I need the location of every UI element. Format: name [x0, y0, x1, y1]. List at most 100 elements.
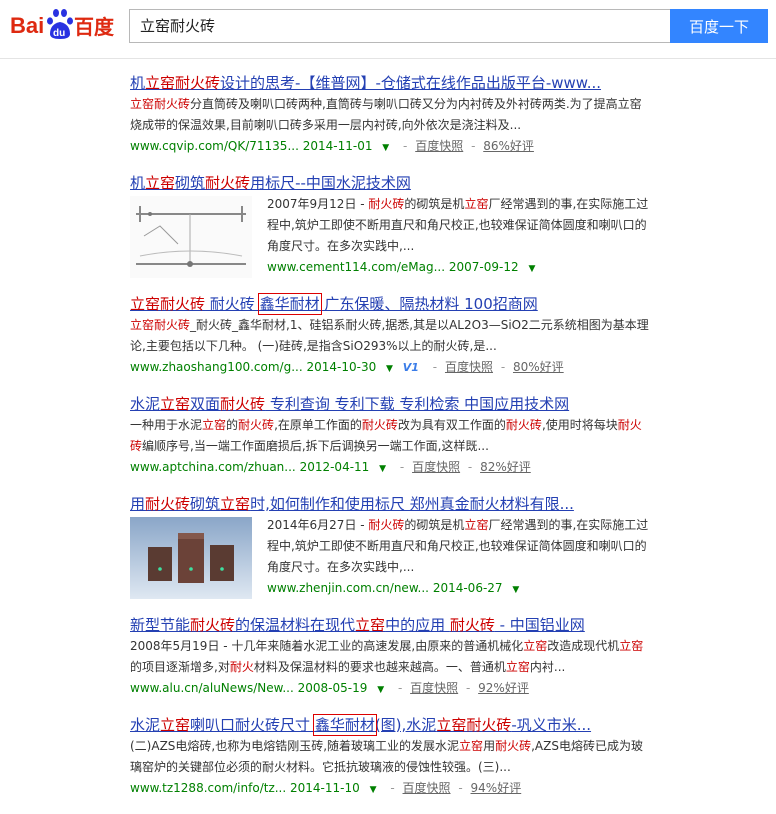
- result-url[interactable]: www.cement114.com/eMag...: [267, 260, 445, 274]
- keyword-highlight: 立窑: [459, 739, 484, 753]
- text-segment: 新型节能: [130, 616, 191, 634]
- keyword-highlight: 耐火砖: [205, 174, 251, 192]
- result-url[interactable]: www.alu.cn/aluNews/New...: [130, 681, 294, 695]
- text-segment: 的砌筑是机: [404, 197, 465, 211]
- dropdown-arrow-icon[interactable]: ▼: [382, 143, 389, 153]
- text-segment: 用: [483, 739, 496, 753]
- dropdown-arrow-icon[interactable]: ▼: [379, 464, 386, 474]
- result-meta: www.zhaoshang100.com/g... 2014-10-30 ▼ V…: [130, 360, 564, 374]
- text-segment: 2008年5月19日 - 十几年来随着水泥工业的高速发展,由原来的普通机械化: [130, 639, 524, 653]
- cache-link[interactable]: 百度快照: [412, 460, 460, 474]
- result-title[interactable]: 机立窑砌筑耐火砖用标尺--中国水泥技术网: [130, 172, 650, 194]
- dropdown-arrow-icon[interactable]: ▼: [386, 364, 393, 374]
- keyword-highlight: 耐火砖: [361, 418, 398, 432]
- rating-link[interactable]: 80%好评: [513, 360, 564, 374]
- dropdown-arrow-icon[interactable]: ▼: [528, 264, 535, 274]
- rating-link[interactable]: 94%好评: [471, 781, 522, 795]
- text-segment: 编顺序号,当一端工作面磨损后,拆下后调换另一端工作面,这样既...: [142, 439, 489, 453]
- result-meta: www.alu.cn/aluNews/New... 2008-05-19 ▼ -…: [130, 681, 529, 695]
- keyword-highlight: 立窑耐火砖: [130, 97, 191, 111]
- result-url[interactable]: www.zhaoshang100.com/g...: [130, 360, 303, 374]
- boxed-annotation: 鑫华耐材: [257, 293, 322, 315]
- dropdown-arrow-icon[interactable]: ▼: [370, 785, 377, 795]
- result-1: 机立窑耐火砖设计的思考-【维普网】-仓储式在线作品出版平台-www... 立窑耐…: [130, 72, 650, 158]
- search-button[interactable]: 百度一下: [670, 9, 768, 43]
- result-title[interactable]: 立窑耐火砖 耐火砖 鑫华耐材 广东保暖、隔热材料 100招商网: [130, 293, 650, 315]
- text-segment: 广东保暖、隔热材料 100招商网: [319, 295, 538, 313]
- result-3: 立窑耐火砖 耐火砖 鑫华耐材 广东保暖、隔热材料 100招商网 立窑耐火砖_耐火…: [130, 293, 650, 379]
- result-meta: www.cement114.com/eMag... 2007-09-12 ▼: [267, 257, 650, 279]
- keyword-highlight: 耐火砖: [220, 395, 266, 413]
- result-date: 2014-11-10: [290, 781, 360, 795]
- result-date: 2007-09-12: [448, 260, 519, 274]
- keyword-highlight: 耐火砖: [505, 418, 542, 432]
- ruler-thumbnail-image[interactable]: [130, 196, 252, 278]
- result-meta: www.aptchina.com/zhuan... 2012-04-11 ▼ -…: [130, 460, 531, 474]
- logo-text-bai: Bai: [10, 13, 44, 38]
- cache-link[interactable]: 百度快照: [445, 360, 493, 374]
- text-segment: (图),水泥: [374, 716, 437, 734]
- cache-link[interactable]: 百度快照: [410, 681, 458, 695]
- text-segment: ,在原单工作面的: [274, 418, 362, 432]
- keyword-highlight: 立窑: [464, 518, 489, 532]
- keyword-highlight: 耐火砖: [449, 616, 495, 634]
- result-url[interactable]: www.zhenjin.com.cn/new...: [267, 581, 429, 595]
- keyword-highlight: 耐火砖: [190, 616, 236, 634]
- v1-badge[interactable]: V1: [403, 361, 419, 374]
- dropdown-arrow-icon[interactable]: ▼: [512, 585, 519, 595]
- text-segment: 机: [130, 74, 146, 92]
- text-segment: 的砌筑是机: [404, 518, 465, 532]
- cache-link[interactable]: 百度快照: [415, 139, 463, 153]
- result-title[interactable]: 机立窑耐火砖设计的思考-【维普网】-仓储式在线作品出版平台-www...: [130, 72, 650, 94]
- result-abstract: 一种用于水泥立窑的耐火砖,在原单工作面的耐火砖改为具有双工作面的耐火砖,使用时将…: [130, 415, 650, 457]
- baidu-logo[interactable]: Bai du 百度: [10, 4, 120, 44]
- dropdown-arrow-icon[interactable]: ▼: [377, 685, 384, 695]
- text-segment: 砌筑: [175, 174, 206, 192]
- keyword-highlight: 立窑: [464, 197, 489, 211]
- result-title[interactable]: 用耐火砖砌筑立窑时,如何制作和使用标尺 郑州真金耐火材料有限...: [130, 493, 650, 515]
- keyword-highlight: 耐火砖: [368, 518, 405, 532]
- result-url[interactable]: www.tz1288.com/info/tz...: [130, 781, 286, 795]
- results-list: 机立窑耐火砖设计的思考-【维普网】-仓储式在线作品出版平台-www... 立窑耐…: [130, 72, 650, 814]
- result-title[interactable]: 水泥立窑双面耐火砖 专利查询 专利下载 专利检索 中国应用技术网: [130, 393, 650, 415]
- keyword-highlight: 立窑耐火砖: [130, 295, 206, 313]
- text-segment: 专利查询 专利下载 专利检索 中国应用技术网: [265, 395, 570, 413]
- result-title[interactable]: 水泥立窑喇叭口耐火砖尺寸 鑫华耐材(图),水泥立窑耐火砖-巩义市米...: [130, 714, 650, 736]
- result-date: 2014-06-27: [432, 581, 503, 595]
- text-segment: 的项目逐渐增多,对: [130, 660, 230, 674]
- result-title[interactable]: 新型节能耐火砖的保温材料在现代立窑中的应用 耐火砖 - 中国铝业网: [130, 614, 650, 636]
- keyword-highlight: 立窑: [160, 716, 191, 734]
- keyword-highlight: 耐火砖: [495, 739, 532, 753]
- text-segment: 双面: [190, 395, 221, 413]
- keyword-highlight: 立窑: [220, 495, 251, 513]
- result-5: 用耐火砖砌筑立窑时,如何制作和使用标尺 郑州真金耐火材料有限... 2014年6…: [130, 493, 650, 600]
- text-segment: _耐火砖_鑫华耐材,1、硅铝系耐火砖,据悉,其是以AL2O3—SiO2二元系统相…: [130, 318, 649, 353]
- bricks-thumbnail-image[interactable]: [130, 517, 252, 599]
- result-abstract: 立窑耐火砖分直筒砖及喇叭口砖两种,直筒砖与喇叭口砖又分为内衬砖及外衬砖两类.为了…: [130, 94, 650, 136]
- cache-link[interactable]: 百度快照: [403, 781, 451, 795]
- keyword-highlight: 立窑: [202, 418, 227, 432]
- result-meta: www.zhenjin.com.cn/new... 2014-06-27 ▼: [267, 578, 650, 600]
- text-segment: 砌筑: [190, 495, 221, 513]
- keyword-highlight: 立窑: [145, 174, 176, 192]
- keyword-highlight: 耐火砖: [238, 418, 275, 432]
- boxed-annotation: 鑫华耐材: [312, 714, 377, 736]
- rating-link[interactable]: 86%好评: [483, 139, 534, 153]
- result-url[interactable]: www.aptchina.com/zhuan...: [130, 460, 296, 474]
- rating-link[interactable]: 92%好评: [478, 681, 529, 695]
- text-segment: 的保温材料在现代: [235, 616, 356, 634]
- text-segment: 改为具有双工作面的: [397, 418, 506, 432]
- text-segment: -巩义市米...: [511, 716, 592, 734]
- result-abstract: 立窑耐火砖_耐火砖_鑫华耐材,1、硅铝系耐火砖,据悉,其是以AL2O3—SiO2…: [130, 315, 650, 357]
- text-segment: 机: [130, 174, 146, 192]
- result-url[interactable]: www.cqvip.com/QK/71135...: [130, 139, 299, 153]
- text-segment: ,使用时将每块: [541, 418, 618, 432]
- text-segment: - 中国铝业网: [494, 616, 585, 634]
- rating-link[interactable]: 82%好评: [480, 460, 531, 474]
- keyword-highlight: 立窑耐火砖: [145, 74, 221, 92]
- keyword-highlight: 耐火砖: [145, 495, 191, 513]
- text-segment: 内衬...: [529, 660, 566, 674]
- text-segment: 改造成现代机: [547, 639, 620, 653]
- search-input[interactable]: 立窑耐火砖: [129, 9, 670, 43]
- text-segment: 设计的思考-【维普网】-仓储式在线作品出版平台-www...: [220, 74, 602, 92]
